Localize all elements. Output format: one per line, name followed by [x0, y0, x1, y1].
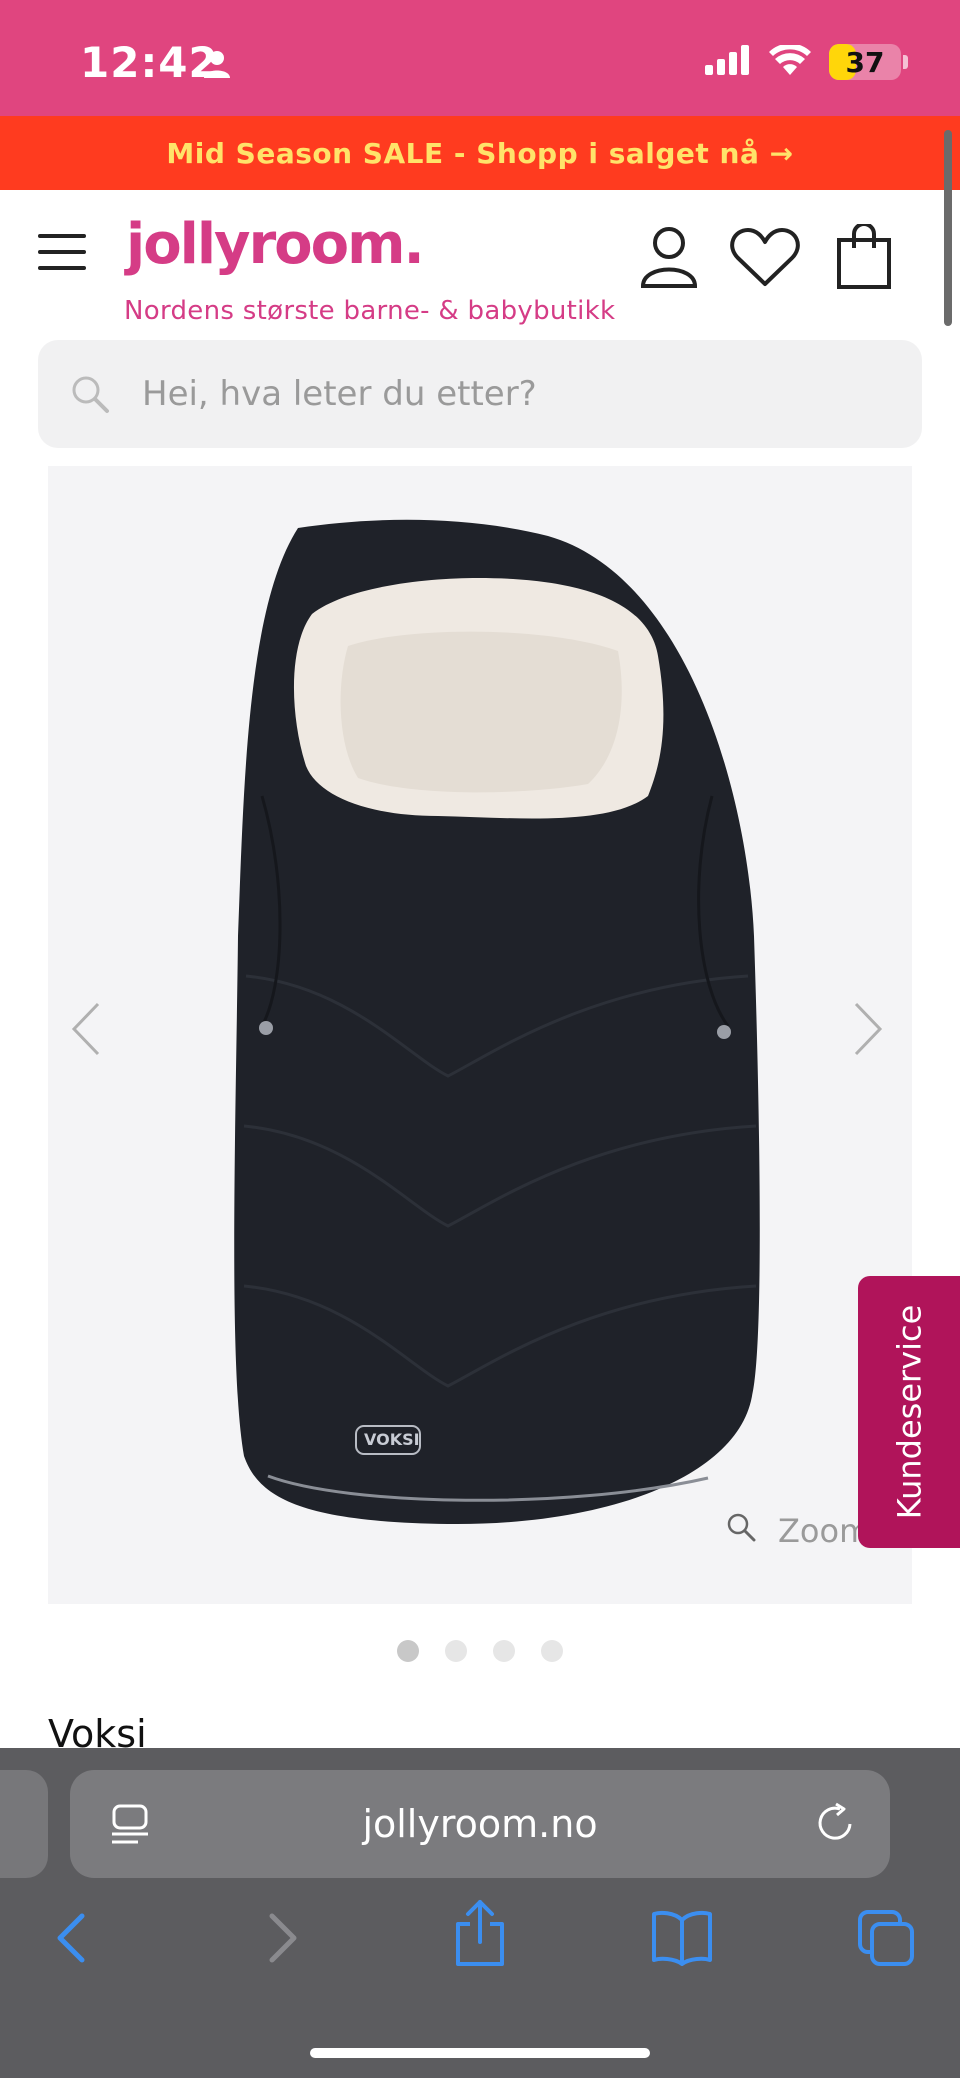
previous-tab-peek[interactable] — [0, 1770, 48, 1878]
promo-text: Mid Season SALE - Shopp i salget nå → — [166, 136, 794, 170]
search-input[interactable]: Hei, hva leter du etter? — [38, 340, 922, 448]
site-header: jollyroom. Nordens største barne- & baby… — [0, 190, 960, 338]
promo-banner[interactable]: Mid Season SALE - Shopp i salget nå → — [0, 116, 960, 190]
menu-icon[interactable] — [38, 234, 88, 274]
battery-icon: 37 — [829, 44, 908, 80]
battery-percent: 37 — [845, 45, 885, 79]
search-placeholder: Hei, hva leter du etter? — [142, 374, 537, 414]
site-logo[interactable]: jollyroom. — [126, 212, 425, 277]
share-icon[interactable] — [452, 1898, 508, 1972]
browser-toolbar: jollyroom.no — [0, 1748, 960, 2078]
shopping-bag-icon[interactable] — [836, 222, 892, 294]
gallery-dot[interactable] — [397, 1640, 419, 1662]
home-indicator[interactable] — [310, 2048, 650, 2058]
reload-icon[interactable] — [816, 1802, 856, 1848]
zoom-label: Zoom — [778, 1512, 871, 1550]
status-bar: 12:42 37 — [0, 0, 960, 116]
url-text: jollyroom.no — [362, 1802, 598, 1846]
gallery-dot[interactable] — [445, 1640, 467, 1662]
cellular-signal-icon — [705, 45, 751, 79]
product-image-gallery[interactable]: VOKSI Zoom — [48, 466, 912, 1604]
zoom-button[interactable]: Zoom — [726, 1512, 870, 1550]
scroll-indicator — [944, 130, 952, 326]
gallery-prev-arrow[interactable] — [68, 1000, 102, 1062]
search-icon — [70, 374, 110, 418]
forward-icon[interactable] — [262, 1908, 302, 1972]
customer-service-tab[interactable]: Kundeservice — [858, 1276, 960, 1548]
gallery-dot[interactable] — [493, 1640, 515, 1662]
account-icon[interactable] — [640, 226, 698, 292]
gallery-dot[interactable] — [541, 1640, 563, 1662]
gallery-next-arrow[interactable] — [852, 1000, 886, 1062]
status-time: 12:42 — [80, 38, 219, 87]
product-brand-mark: VOKSI — [364, 1430, 420, 1449]
back-icon[interactable] — [52, 1908, 92, 1972]
bookmarks-icon[interactable] — [650, 1908, 714, 1970]
customer-service-label: Kundeservice — [890, 1304, 929, 1520]
person-icon — [204, 50, 230, 82]
wifi-icon — [769, 43, 811, 79]
heart-icon[interactable] — [730, 228, 800, 292]
zoom-icon — [726, 1512, 756, 1550]
tabs-icon[interactable] — [856, 1908, 916, 1972]
site-tagline: Nordens største barne- & babybutikk — [124, 296, 616, 326]
address-bar[interactable]: jollyroom.no — [70, 1770, 890, 1878]
gallery-pagination — [0, 1640, 960, 1662]
product-image — [234, 519, 760, 1525]
